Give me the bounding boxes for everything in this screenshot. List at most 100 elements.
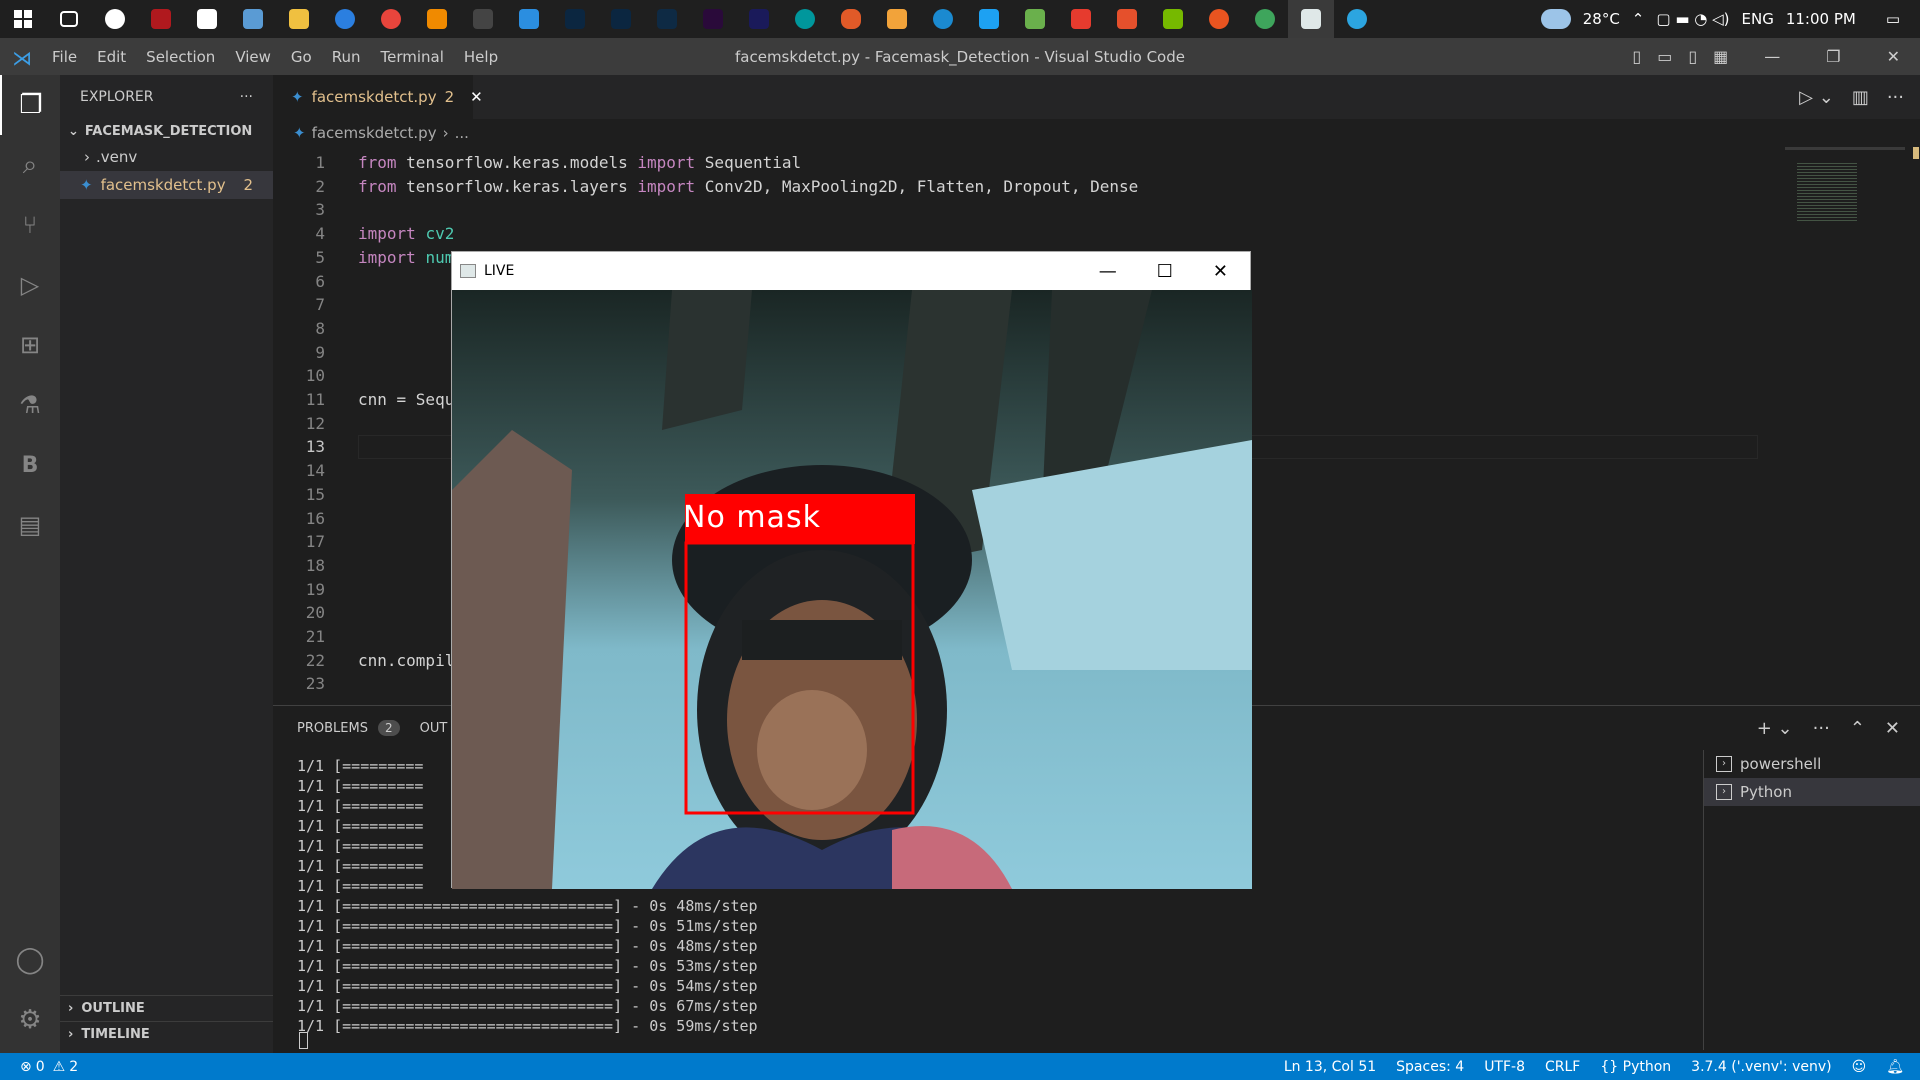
app-icon[interactable] bbox=[184, 0, 230, 38]
minimize-icon[interactable]: — bbox=[1099, 261, 1117, 282]
explorer-icon[interactable]: ❐ bbox=[0, 75, 60, 135]
run-file-icon[interactable]: ▷ ⌄ bbox=[1799, 87, 1834, 108]
tab-problems[interactable]: PROBLEMS bbox=[297, 721, 368, 736]
new-terminal-icon[interactable]: + ⌄ bbox=[1757, 718, 1793, 739]
cursor-position[interactable]: Ln 13, Col 51 bbox=[1284, 1059, 1376, 1075]
tree-item-venv[interactable]: › .venv bbox=[60, 143, 273, 171]
anydesk-icon[interactable] bbox=[1058, 0, 1104, 38]
app-icon-4[interactable] bbox=[1012, 0, 1058, 38]
photoshop-icon[interactable] bbox=[552, 0, 598, 38]
outline-section[interactable]: › OUTLINE bbox=[60, 995, 273, 1021]
microphone-icon[interactable] bbox=[828, 0, 874, 38]
ubuntu-icon[interactable] bbox=[1196, 0, 1242, 38]
more-actions-icon[interactable]: ··· bbox=[240, 89, 253, 105]
notification-icon[interactable]: ▭ bbox=[1886, 10, 1900, 28]
menu-view[interactable]: View bbox=[225, 48, 281, 66]
breadcrumb-symbol[interactable]: ... bbox=[455, 124, 469, 142]
premiere-icon[interactable] bbox=[690, 0, 736, 38]
menu-terminal[interactable]: Terminal bbox=[371, 48, 454, 66]
arduino-icon[interactable] bbox=[782, 0, 828, 38]
app-icon-3[interactable] bbox=[966, 0, 1012, 38]
app-icon-2[interactable] bbox=[874, 0, 920, 38]
notifications-icon[interactable]: 🔔︎ bbox=[1886, 1059, 1904, 1075]
problem-badge: 2 bbox=[243, 176, 253, 194]
restore-icon[interactable]: ❐ bbox=[1826, 47, 1840, 66]
task-view-icon[interactable] bbox=[46, 0, 92, 38]
python-interpreter[interactable]: 3.7.4 ('.venv': venv) bbox=[1691, 1059, 1831, 1075]
encoding[interactable]: UTF-8 bbox=[1484, 1059, 1525, 1075]
menu-help[interactable]: Help bbox=[454, 48, 508, 66]
telegram-icon[interactable] bbox=[1334, 0, 1380, 38]
terminal-line: 1/1 [========= bbox=[297, 857, 424, 875]
tree-item-facemskdetct[interactable]: ✦ facemskdetct.py 2 bbox=[60, 171, 273, 199]
live-window-taskbar-icon[interactable] bbox=[1288, 0, 1334, 38]
chevron-up-icon[interactable]: ⌃ bbox=[1632, 10, 1645, 28]
feedback-icon[interactable]: ☺ bbox=[1852, 1059, 1867, 1075]
language-indicator[interactable]: ENG bbox=[1742, 10, 1774, 28]
more-actions-icon[interactable]: ··· bbox=[1813, 718, 1830, 739]
maximize-icon[interactable]: ☐ bbox=[1157, 261, 1173, 282]
media-player-icon[interactable] bbox=[92, 0, 138, 38]
extensions-icon[interactable]: ⊞ bbox=[0, 315, 60, 375]
toggle-secondary-sidebar-icon[interactable]: ▯ bbox=[1688, 47, 1697, 66]
minimize-icon[interactable]: — bbox=[1764, 47, 1780, 66]
close-icon[interactable]: ✕ bbox=[1213, 261, 1228, 282]
toggle-sidebar-icon[interactable]: ▯ bbox=[1632, 47, 1641, 66]
temperature[interactable]: 28°C bbox=[1583, 10, 1620, 28]
end-of-line[interactable]: CRLF bbox=[1545, 1059, 1580, 1075]
vscode-taskbar-icon[interactable] bbox=[506, 0, 552, 38]
toggle-panel-icon[interactable]: ▭ bbox=[1657, 47, 1672, 66]
menu-selection[interactable]: Selection bbox=[136, 48, 225, 66]
terminal-item-powershell[interactable]: › powershell bbox=[1704, 750, 1920, 778]
clock[interactable]: 11:00 PM bbox=[1786, 10, 1856, 28]
live-camera-window[interactable]: LIVE — ☐ ✕ No mask bbox=[451, 251, 1252, 889]
maximize-panel-icon[interactable]: ⌃ bbox=[1850, 718, 1865, 739]
premiere-icon-2[interactable] bbox=[736, 0, 782, 38]
close-panel-icon[interactable]: ✕ bbox=[1885, 718, 1900, 739]
notebook-icon[interactable]: ▤ bbox=[0, 495, 60, 555]
indentation[interactable]: Spaces: 4 bbox=[1396, 1059, 1464, 1075]
problems-status[interactable]: ⊗ 0 ⚠ 2 bbox=[0, 1059, 78, 1075]
minimap[interactable] bbox=[1785, 147, 1919, 257]
source-control-icon[interactable]: ⑂ bbox=[0, 195, 60, 255]
file-explorer-icon[interactable] bbox=[276, 0, 322, 38]
vlc-icon[interactable] bbox=[414, 0, 460, 38]
menu-file[interactable]: File bbox=[42, 48, 87, 66]
account-icon[interactable]: ◯ bbox=[0, 930, 60, 990]
breadcrumb-file[interactable]: facemskdetct.py bbox=[312, 124, 437, 142]
testing-icon[interactable]: ⚗ bbox=[0, 375, 60, 435]
game-icon[interactable] bbox=[138, 0, 184, 38]
weather-icon[interactable] bbox=[1540, 9, 1571, 29]
run-debug-icon[interactable]: ▷ bbox=[0, 255, 60, 315]
edge-icon[interactable] bbox=[920, 0, 966, 38]
menu-run[interactable]: Run bbox=[322, 48, 371, 66]
customize-layout-icon[interactable]: ▦ bbox=[1713, 47, 1728, 66]
close-icon[interactable]: ✕ bbox=[1887, 47, 1900, 66]
start-button[interactable] bbox=[0, 0, 46, 38]
nvidia-icon[interactable] bbox=[1150, 0, 1196, 38]
menu-go[interactable]: Go bbox=[281, 48, 322, 66]
tab-output[interactable]: OUT bbox=[420, 721, 448, 736]
photos-icon[interactable] bbox=[230, 0, 276, 38]
firefox-icon[interactable] bbox=[322, 0, 368, 38]
split-editor-icon[interactable]: ▥ bbox=[1852, 87, 1869, 108]
app-icon-6[interactable] bbox=[1242, 0, 1288, 38]
photoshop-icon-2[interactable] bbox=[598, 0, 644, 38]
app-icon-5[interactable] bbox=[1104, 0, 1150, 38]
tray-icons[interactable]: ▢ ▬ ◔ ◁) bbox=[1656, 10, 1729, 28]
language-mode[interactable]: {} Python bbox=[1600, 1059, 1671, 1075]
timeline-section[interactable]: › TIMELINE bbox=[60, 1021, 273, 1047]
search-icon[interactable]: ⌕ bbox=[0, 135, 60, 195]
settings-gear-icon[interactable]: ⚙ bbox=[0, 990, 60, 1050]
terminal-icon[interactable] bbox=[460, 0, 506, 38]
menu-edit[interactable]: Edit bbox=[87, 48, 136, 66]
bookmark-b-icon[interactable]: B bbox=[0, 435, 60, 495]
tab-close-icon[interactable]: ✕ bbox=[470, 88, 483, 106]
chrome-icon[interactable] bbox=[368, 0, 414, 38]
more-actions-icon[interactable]: ··· bbox=[1887, 87, 1904, 108]
project-header[interactable]: ⌄ FACEMASK_DETECTION bbox=[60, 119, 273, 143]
terminal-item-python[interactable]: › Python bbox=[1704, 778, 1920, 806]
code-line: cnn.compil bbox=[358, 650, 455, 670]
tab-facemskdetct[interactable]: ✦ facemskdetct.py 2 ✕ bbox=[273, 75, 483, 119]
lightroom-icon[interactable] bbox=[644, 0, 690, 38]
